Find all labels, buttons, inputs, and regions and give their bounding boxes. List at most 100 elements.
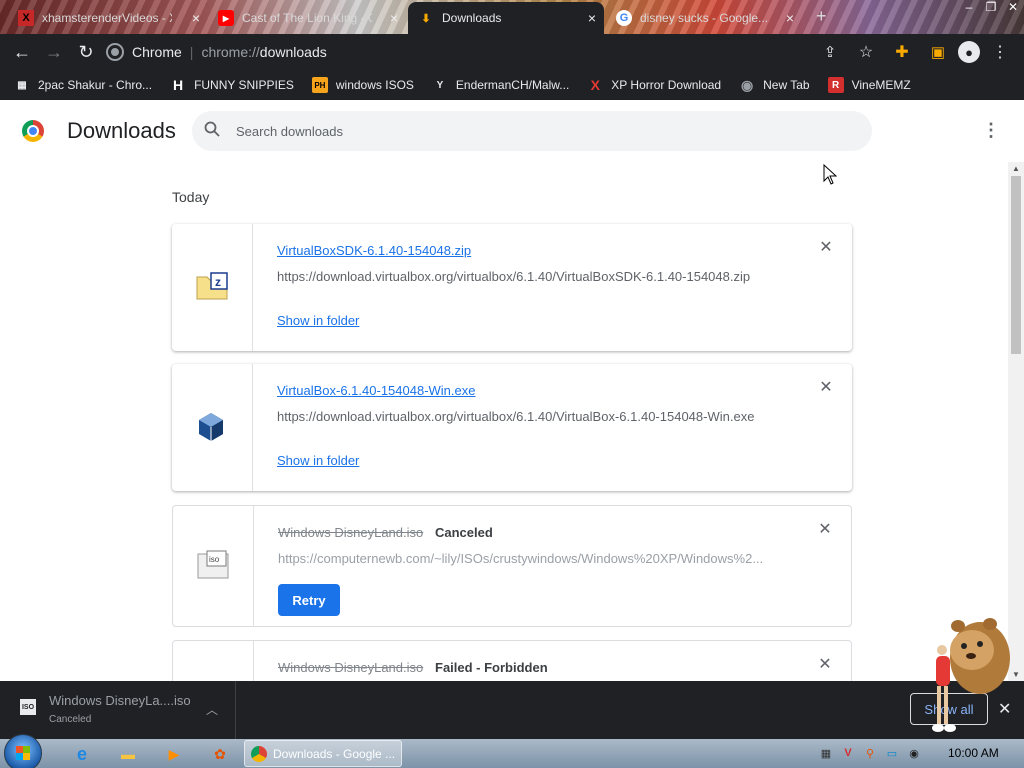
zip-file-icon: z xyxy=(196,272,228,300)
download-details: VirtualBox-6.1.40-154048-Win.exe https:/… xyxy=(253,364,852,491)
tab-label: Cast of The Lion King - C... xyxy=(242,11,372,25)
tab-1[interactable]: X xhamsterenderVideos - Xv... × xyxy=(8,2,208,34)
file-url[interactable]: https://download.virtualbox.org/virtualb… xyxy=(277,409,777,424)
side-panel-icon[interactable]: ▣ xyxy=(922,36,954,68)
svg-text:z: z xyxy=(215,275,221,289)
remove-close-icon[interactable]: ✕ xyxy=(817,522,833,538)
bookmark-favicon: Y xyxy=(436,79,444,91)
tab-label: xhamsterenderVideos - Xv... xyxy=(42,11,172,25)
scroll-up-arrow-icon[interactable]: ▲ xyxy=(1012,164,1020,173)
virtualbox-icon xyxy=(199,413,223,441)
profile-avatar-icon[interactable]: ● xyxy=(958,41,980,63)
antivirus-icon[interactable]: V xyxy=(840,745,856,761)
bookmark-label: EndermanCH/Malw... xyxy=(455,78,570,92)
remove-close-icon[interactable]: ✕ xyxy=(818,380,834,396)
bookmark-label: windows ISOS xyxy=(335,78,414,92)
close-window-icon[interactable]: ✕ xyxy=(1002,0,1024,20)
scroll-thumb[interactable] xyxy=(1011,176,1021,354)
shelf-download-item[interactable]: ISO Windows DisneyLa....iso Canceled ︿ xyxy=(0,681,236,739)
close-icon[interactable]: × xyxy=(390,10,398,26)
search-icon xyxy=(204,121,224,142)
retry-button[interactable]: Retry xyxy=(278,584,340,616)
new-tab-icon[interactable]: + xyxy=(816,6,827,27)
share-icon[interactable]: ⇪ xyxy=(814,36,846,68)
hamster-sticker-image xyxy=(932,618,1010,732)
bookmarks-bar: ▦ 2pac Shakur - Chro... H FUNNY SNIPPIES… xyxy=(0,70,1024,100)
more-actions-icon[interactable]: ⋮ xyxy=(982,120,1000,142)
page-title: Downloads xyxy=(67,118,176,143)
remove-close-icon[interactable]: ✕ xyxy=(817,657,833,673)
start-button[interactable] xyxy=(4,734,42,768)
close-icon[interactable]: × xyxy=(588,10,596,26)
download-details: Windows DisneyLand.iso Failed - Forbidde… xyxy=(254,641,851,681)
downloads-page: Downloads ⋮ Today z VirtualBoxSDK-6.1.40… xyxy=(0,100,1024,681)
file-url[interactable]: https://computernewb.com/~lily/ISOs/crus… xyxy=(278,551,778,566)
bookmark-1[interactable]: ▦ 2pac Shakur - Chro... xyxy=(14,77,152,93)
bookmark-7[interactable]: R VineMEMZ xyxy=(827,77,911,93)
separator: | xyxy=(189,44,194,60)
address-bar[interactable]: Chrome | chrome://downloads xyxy=(108,38,888,66)
extensions-icon[interactable]: ✚ xyxy=(886,36,918,68)
mouse-cursor-icon xyxy=(823,164,837,185)
show-in-folder-link[interactable]: Show in folder xyxy=(277,453,359,468)
bookmark-5[interactable]: X XP Horror Download xyxy=(587,77,722,93)
page-header: Downloads ⋮ xyxy=(0,100,1024,162)
file-name-link[interactable]: VirtualBox-6.1.40-154048-Win.exe xyxy=(277,383,476,398)
file-name-link[interactable]: VirtualBoxSDK-6.1.40-154048.zip xyxy=(277,243,471,258)
download-details: Windows DisneyLand.iso Canceled https://… xyxy=(254,506,851,626)
paint-icon[interactable]: ✿ xyxy=(202,741,238,767)
file-url[interactable]: https://download.virtualbox.org/virtualb… xyxy=(277,269,777,284)
bookmark-2[interactable]: H FUNNY SNIPPIES xyxy=(170,77,294,93)
network-icon[interactable]: ▦ xyxy=(818,745,834,761)
tab-4[interactable]: G disney sucks - Google... × xyxy=(606,2,802,34)
shelf-file-name: Windows DisneyLa....iso xyxy=(49,693,191,708)
volume-icon[interactable]: ◉ xyxy=(906,745,922,761)
clock[interactable]: 10:00 AM xyxy=(948,746,999,760)
search-tray-icon[interactable]: ⚲ xyxy=(862,745,878,761)
taskbar-chrome-window[interactable]: Downloads - Google ... xyxy=(244,740,402,767)
bookmark-label: FUNNY SNIPPIES xyxy=(194,78,294,92)
minimize-icon[interactable]: – xyxy=(958,0,980,20)
download-status: Failed - Forbidden xyxy=(435,660,548,675)
bookmark-4[interactable]: Y EndermanCH/Malw... xyxy=(432,77,570,93)
download-item: VirtualBox-6.1.40-154048-Win.exe https:/… xyxy=(172,364,852,491)
display-icon[interactable]: ▭ xyxy=(884,745,900,761)
close-icon[interactable]: × xyxy=(192,10,200,26)
bookmark-star-icon[interactable]: ☆ xyxy=(850,36,882,68)
reload-icon[interactable]: ↻ xyxy=(70,36,102,68)
bookmark-6[interactable]: ◉ New Tab xyxy=(739,77,810,93)
file-icon-column xyxy=(172,364,253,491)
tab-2[interactable]: ▶ Cast of The Lion King - C... × xyxy=(208,2,406,34)
x-site-icon: X xyxy=(18,10,34,26)
file-name-link[interactable]: Windows DisneyLand.iso xyxy=(278,525,423,540)
remove-close-icon[interactable]: ✕ xyxy=(818,240,834,256)
bookmark-favicon: X xyxy=(590,77,600,93)
forward-arrow-icon[interactable]: → xyxy=(38,36,70,68)
bookmark-label: New Tab xyxy=(763,78,810,92)
tab-downloads[interactable]: ⬇ Downloads × xyxy=(408,2,604,34)
file-explorer-icon[interactable]: ▬ xyxy=(110,741,146,767)
download-item: iso Windows DisneyLand.iso Canceled http… xyxy=(172,505,852,627)
chrome-page-icon xyxy=(108,45,122,59)
bookmark-favicon: PH xyxy=(311,77,328,93)
file-icon-column xyxy=(173,641,254,681)
menu-kebab-icon[interactable]: ⋮ xyxy=(984,36,1016,68)
browser-toolbar: ← → ↻ Chrome | chrome://downloads ⇪ ☆ ✚ … xyxy=(0,34,1024,70)
iso-file-icon: ISO xyxy=(20,699,36,715)
chevron-up-icon[interactable]: ︿ xyxy=(206,701,218,718)
bookmark-favicon: H xyxy=(173,77,184,93)
page-scrollbar[interactable]: ▲ ▼ xyxy=(1008,162,1024,681)
site-label: Chrome xyxy=(132,44,182,60)
maximize-icon[interactable]: ❐ xyxy=(980,0,1002,20)
media-player-icon[interactable]: ▶ xyxy=(156,741,192,767)
search-box[interactable] xyxy=(192,111,872,151)
file-name-link[interactable]: Windows DisneyLand.iso xyxy=(278,660,423,675)
show-in-folder-link[interactable]: Show in folder xyxy=(277,313,359,328)
back-arrow-icon[interactable]: ← xyxy=(6,36,38,68)
bookmark-3[interactable]: PH windows ISOS xyxy=(311,77,414,93)
download-details: VirtualBoxSDK-6.1.40-154048.zip https://… xyxy=(253,224,852,351)
close-icon[interactable]: × xyxy=(786,10,794,26)
download-item: z VirtualBoxSDK-6.1.40-154048.zip https:… xyxy=(172,224,852,351)
search-input[interactable] xyxy=(236,123,836,139)
internet-explorer-icon[interactable]: e xyxy=(64,741,100,767)
